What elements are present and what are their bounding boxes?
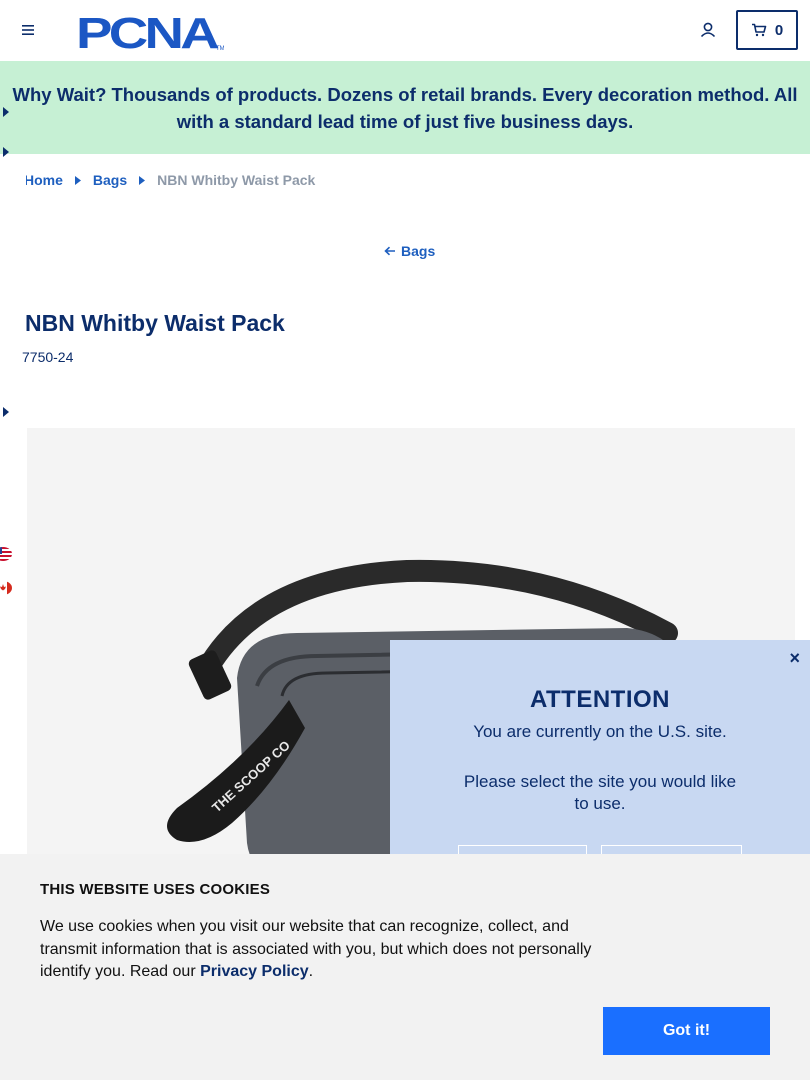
modal-title: ATTENTION	[529, 686, 671, 713]
site-selection-modal: ×	[390, 640, 810, 880]
site-header: PCNA TM 0	[0, 0, 810, 61]
cookie-accept-button[interactable]: Got it!	[603, 1007, 770, 1055]
svg-text:TM: TM	[216, 46, 224, 52]
hamburger-menu-icon[interactable]	[19, 22, 37, 38]
privacy-policy-link[interactable]: Privacy Policy	[200, 963, 309, 980]
breadcrumb-current: NBN Whitby Waist Pack	[157, 172, 316, 188]
breadcrumb-bags[interactable]: Bags	[93, 172, 127, 188]
promo-banner: Why Wait? Thousands of products. Dozens …	[0, 61, 810, 154]
product-title: NBN Whitby Waist Pack	[25, 310, 285, 336]
cart-button[interactable]: 0	[736, 10, 798, 50]
cookie-text: We use cookies when you visit our websit…	[40, 916, 610, 984]
modal-close-icon[interactable]: ×	[789, 648, 800, 669]
product-sku: 7750-24	[22, 349, 74, 365]
back-to-bags-link[interactable]: Bags	[384, 243, 435, 259]
arrow-left-icon	[384, 246, 395, 256]
modal-instruction-text: Please select the site you would like to…	[463, 772, 737, 813]
breadcrumb-caret-icon	[74, 175, 81, 185]
breadcrumb-home[interactable]: Home	[26, 172, 63, 188]
breadcrumb-caret-icon	[139, 175, 146, 185]
cookie-text-suffix: .	[308, 963, 314, 980]
promo-text: Why Wait? Thousands of products. Dozens …	[12, 83, 798, 132]
cookie-description: We use cookies when you visit our websit…	[40, 918, 592, 980]
us-flag-icon[interactable]	[0, 547, 12, 561]
side-caret-icon[interactable]	[2, 147, 10, 157]
back-link-label: Bags	[401, 243, 436, 259]
side-caret-icon[interactable]	[2, 107, 10, 117]
svg-text:PCNA: PCNA	[76, 10, 219, 52]
cart-count: 0	[774, 21, 784, 39]
side-caret-icon[interactable]	[2, 407, 10, 417]
cookie-title: THIS WEBSITE USES COOKIES	[40, 881, 271, 898]
canada-flag-icon[interactable]	[0, 581, 12, 595]
modal-current-site-text: You are currently on the U.S. site.	[473, 722, 727, 741]
account-icon[interactable]	[698, 20, 718, 40]
pcna-logo[interactable]: PCNA TM	[76, 10, 224, 52]
cart-icon	[751, 23, 767, 37]
breadcrumb: Home Bags NBN Whitby Waist Pack	[0, 170, 315, 190]
